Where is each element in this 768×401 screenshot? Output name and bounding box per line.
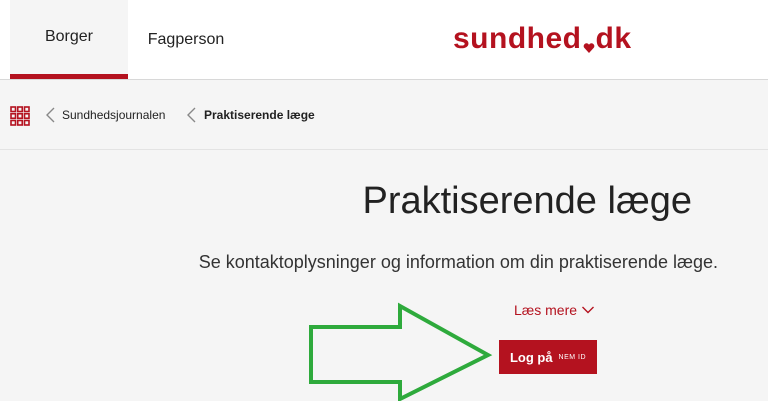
breadcrumb: Sundhedsjournalen Praktiserende læge [0,80,768,150]
sundhed-logo[interactable]: sundhed dk [453,22,632,56]
tab-borger-label: Borger [44,28,94,45]
chevron-down-icon [582,306,595,314]
annotation-arrow-icon [309,302,493,401]
site-header: Borger Fagperson sundhed dk [0,0,768,80]
breadcrumb-current: Praktiserende læge [204,108,315,122]
login-nemid-button[interactable]: Log på NEM ID [499,340,597,374]
nemid-badge: NEM ID [558,353,587,361]
grid-menu-icon[interactable] [10,106,30,126]
logo-text-tld: dk [595,22,632,55]
page-subtitle: Se kontaktoplysninger og information om … [198,252,718,272]
tab-fagperson-label: Fagperson [147,30,225,48]
chevron-left-icon [187,107,196,123]
logo-text-main: sundhed [453,22,582,55]
login-button-label: Log på [509,349,553,365]
read-more-label: Læs mere [514,302,578,318]
page-title: Praktiserende læge [362,180,692,222]
breadcrumb-link-sundhedsjournalen[interactable]: Sundhedsjournalen [62,107,165,123]
heart-icon [582,26,596,56]
chevron-left-icon [46,107,55,123]
tab-borger[interactable]: Borger [10,0,128,79]
read-more-link[interactable]: Læs mere [514,302,595,318]
tab-fagperson[interactable]: Fagperson [130,0,242,79]
